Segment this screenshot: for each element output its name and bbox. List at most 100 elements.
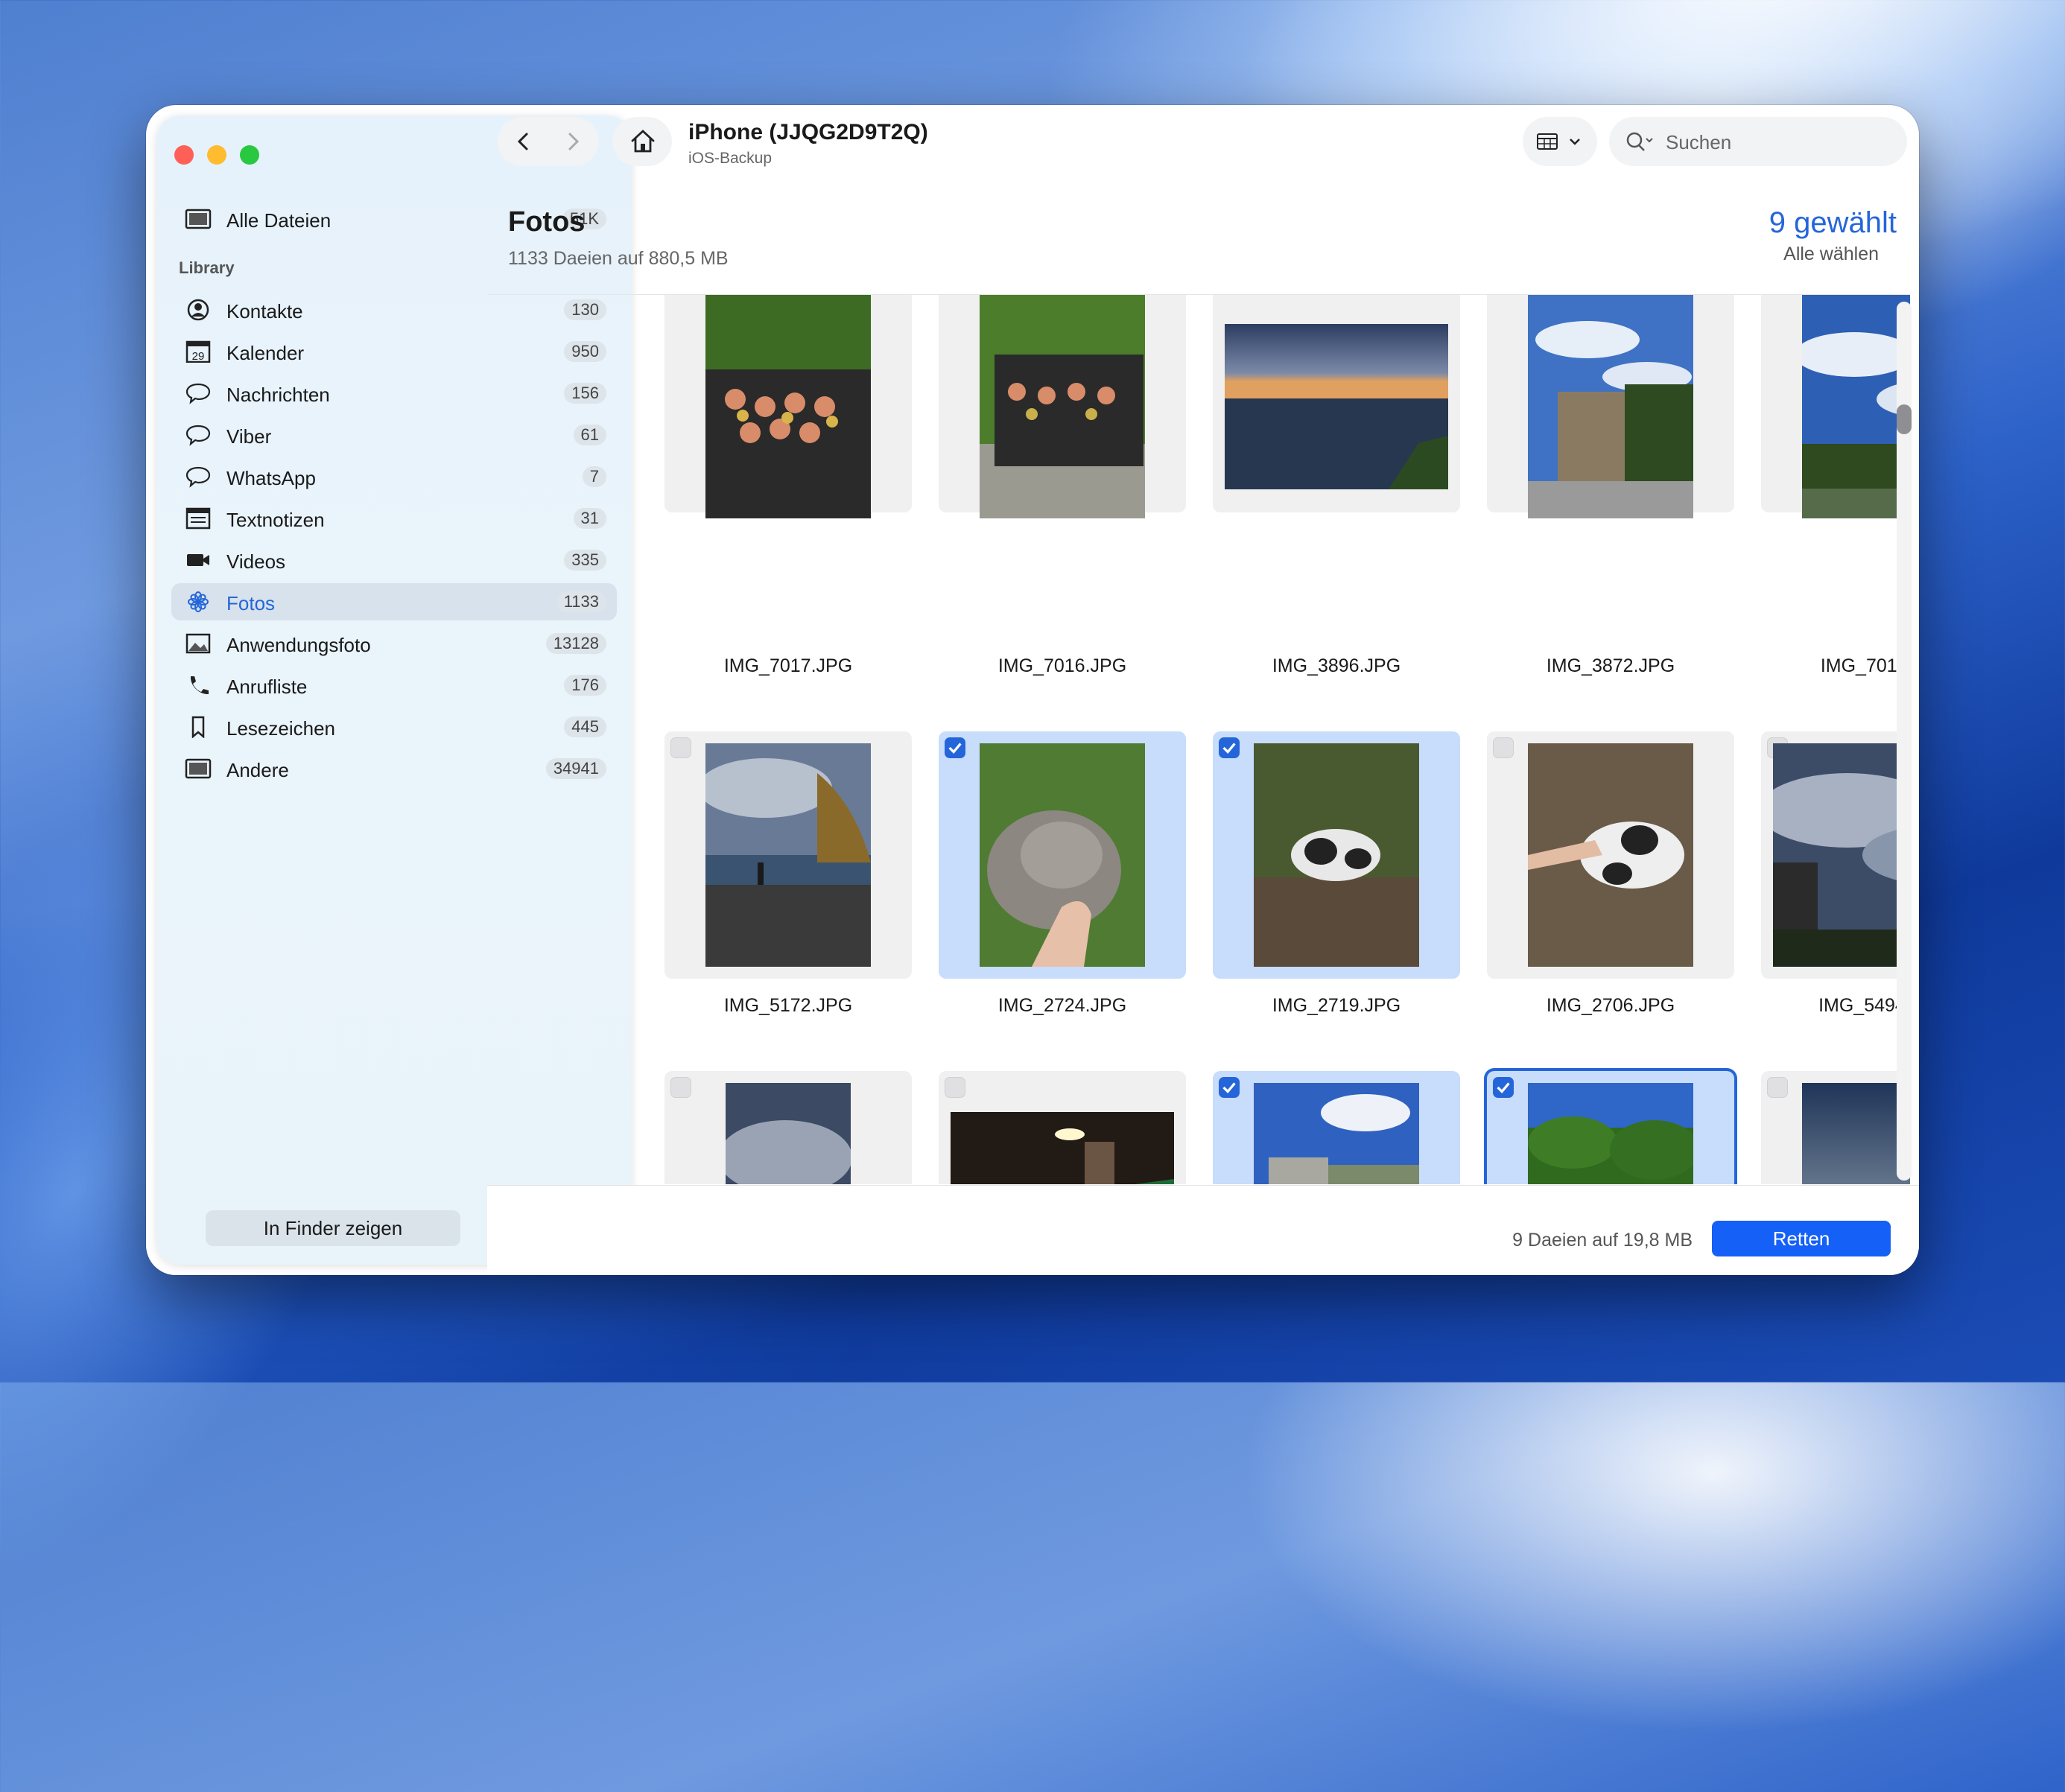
photo-thumbnail [1802,295,1910,518]
photo-thumbnail [980,295,1145,518]
photo-tile[interactable] [1487,295,1734,518]
image-icon [185,633,211,654]
file-name: IMG_2724.JPG [997,995,1127,1016]
photo-thumbnail [705,743,871,967]
checkbox[interactable] [945,1077,965,1098]
grid-view-icon [1537,133,1558,150]
home-icon [631,130,655,153]
page-subtitle: 1133 Daeien auf 880,5 MB [508,248,729,269]
sidebar-item-label: Lesezeichen [226,717,335,740]
file-name: IMG_7017.JPG [723,655,853,676]
search-field[interactable]: Suchen [1609,117,1907,166]
bookmark-icon [191,716,205,738]
folder-icon [185,209,212,229]
recover-button[interactable]: Retten [1712,1221,1891,1256]
sidebar-item-label: WhatsApp [226,467,316,489]
minimize-window-button[interactable] [207,145,226,165]
photo-tile[interactable] [664,295,912,518]
sidebar-item-label: Videos [226,550,286,573]
back-icon[interactable] [513,130,535,153]
home-button[interactable] [612,117,672,166]
photo-thumbnail [1254,743,1419,967]
photo-thumbnail [1802,1083,1910,1184]
file-name: IMG_7016.JPG [997,655,1127,676]
forward-icon[interactable] [562,130,584,153]
calendar-icon: 29 [185,340,211,363]
sidebar-item-label: Nachrichten [226,384,330,406]
checkbox[interactable] [1219,737,1240,758]
navigation-buttons [498,117,599,166]
file-name: IMG_5494.THM [1818,995,1910,1016]
show-in-finder-button[interactable]: In Finder zeigen [206,1210,460,1246]
app-window: Alle Dateien 51K Library Kontakte 130 29… [146,105,1919,1275]
checkbox[interactable] [1767,1077,1788,1098]
sidebar-item-label: Anwendungsfoto [226,634,371,656]
select-all-link[interactable]: Alle wählen [1783,244,1879,265]
message-icon [185,466,211,488]
search-icon [1626,132,1653,151]
photo-tile[interactable] [664,731,912,979]
notes-icon [185,507,211,530]
checkbox[interactable] [1219,1077,1240,1098]
sidebar-item-label: Textnotizen [226,509,325,531]
checkmark-icon [948,743,962,754]
checkbox[interactable] [1493,1077,1514,1098]
photo-tile[interactable] [1213,295,1460,512]
file-name: IMG_3872.JPG [1546,655,1675,676]
page-title: Fotos [508,206,586,238]
message-icon [185,383,211,404]
photo-tile[interactable] [1487,731,1734,979]
photos-icon [188,591,209,612]
footer-summary: 9 Daeien auf 19,8 MB [1512,1230,1693,1251]
photo-thumbnail [1528,295,1693,518]
photo-thumbnail [951,1112,1174,1184]
photo-thumbnail [705,295,871,518]
photo-tile[interactable] [1213,1071,1460,1184]
photo-tile[interactable] [1487,1071,1734,1184]
photo-tile[interactable] [939,1071,1186,1184]
message-icon [185,425,211,446]
chevron-down-icon [1570,139,1580,145]
photo-thumbnail [1254,1083,1419,1184]
checkbox[interactable] [670,737,691,758]
photo-grid: IMG_7017.JPG IMG_7016.JPG IMG_3896.JPG I… [487,294,1910,1184]
video-icon [187,554,209,566]
sidebar-item-label: Viber [226,425,272,448]
file-name: IMG_2719.JPG [1272,995,1401,1016]
section-title: Library [179,258,235,277]
photo-thumbnail [1773,743,1910,967]
contact-icon [187,299,209,321]
view-options-button[interactable] [1523,117,1597,166]
scrollbar-thumb[interactable] [1897,404,1912,434]
device-subtitle: iOS-Backup [688,150,773,167]
search-placeholder: Suchen [1666,131,1732,153]
phone-icon [190,676,209,695]
checkbox[interactable] [945,737,965,758]
photo-tile[interactable] [664,1071,912,1184]
folder-icon [185,758,212,779]
photo-tile[interactable] [1761,731,1910,979]
photo-tile[interactable] [1761,1071,1910,1184]
photo-tile[interactable] [1761,295,1910,518]
photo-thumbnail [1225,324,1448,489]
photo-tile[interactable] [939,295,1186,518]
checkmark-icon [1222,743,1236,754]
checkbox[interactable] [670,1077,691,1098]
sidebar-item-label: Anrufliste [226,676,308,698]
zoom-window-button[interactable] [240,145,259,165]
checkmark-icon [1222,1082,1236,1093]
photo-tile[interactable] [1213,731,1460,979]
file-name: IMG_2706.JPG [1546,995,1675,1016]
checkbox[interactable] [1493,737,1514,758]
checkmark-icon [1497,1082,1510,1093]
file-name: IMG_3896.JPG [1272,655,1401,676]
sidebar-item-label: Andere [226,759,289,781]
device-title: iPhone (JJQG2D9T2Q) [688,120,928,144]
close-window-button[interactable] [174,145,194,165]
photo-thumbnail [726,1083,851,1184]
svg-text:29: 29 [192,350,205,363]
sidebar-item-label: Fotos [226,592,276,614]
file-name: IMG_5172.JPG [723,995,853,1016]
photo-tile[interactable] [939,731,1186,979]
selected-count: 9 gewählt [1769,206,1897,239]
